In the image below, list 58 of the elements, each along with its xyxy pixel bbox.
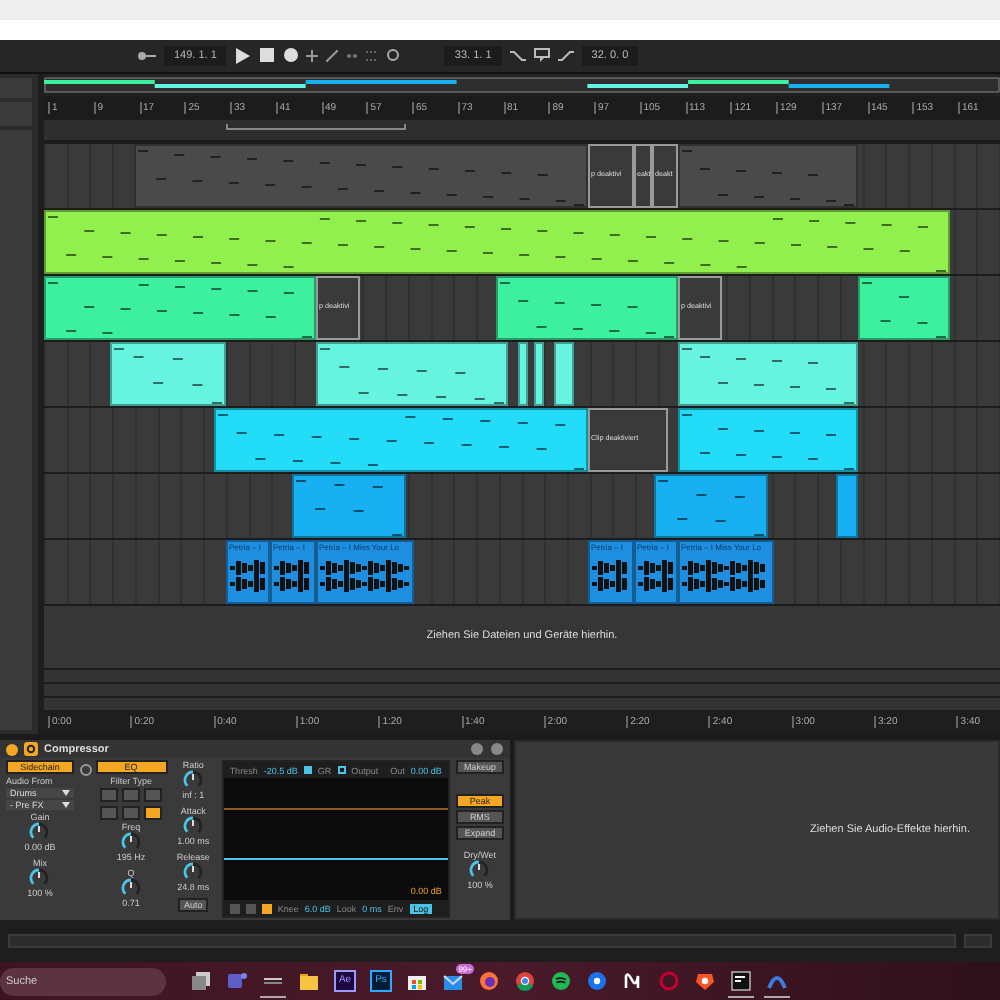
midi-clip[interactable] bbox=[110, 341, 226, 406]
loop-brace[interactable] bbox=[226, 123, 406, 130]
midi-notes-drawing bbox=[658, 477, 764, 536]
hot-swap-icon[interactable] bbox=[490, 742, 504, 757]
checkbox[interactable] bbox=[337, 766, 346, 775]
stop-button[interactable] bbox=[258, 46, 275, 65]
filter-button[interactable] bbox=[144, 806, 163, 821]
midi-clip[interactable] bbox=[554, 341, 574, 406]
waveform-drawing bbox=[274, 559, 309, 592]
browser-icon bbox=[514, 969, 536, 992]
power-icon[interactable] bbox=[24, 742, 38, 757]
knob[interactable] bbox=[468, 860, 491, 881]
knob[interactable] bbox=[182, 816, 205, 837]
knob[interactable] bbox=[28, 868, 51, 889]
knob[interactable] bbox=[182, 862, 205, 883]
ring-icon bbox=[658, 969, 680, 992]
midi-clip[interactable] bbox=[534, 341, 544, 406]
knob[interactable] bbox=[182, 770, 205, 791]
midi-notes-drawing bbox=[862, 279, 946, 338]
follow-icon[interactable] bbox=[136, 49, 156, 62]
midi-clip[interactable] bbox=[836, 473, 858, 538]
terminal-icon bbox=[730, 969, 752, 992]
folder-icon bbox=[298, 969, 320, 992]
save-icon[interactable] bbox=[470, 742, 484, 757]
knob[interactable] bbox=[120, 878, 143, 899]
app-icon bbox=[586, 969, 608, 992]
midi-clip[interactable] bbox=[858, 275, 950, 340]
music-icon bbox=[550, 969, 572, 992]
checkbox[interactable] bbox=[303, 766, 312, 775]
headphones-icon[interactable] bbox=[80, 764, 92, 777]
wave-icon bbox=[622, 969, 644, 992]
draw-icon[interactable] bbox=[326, 49, 339, 62]
knob[interactable] bbox=[120, 832, 143, 853]
waveform-drawing bbox=[230, 559, 265, 592]
punch-out-icon[interactable] bbox=[557, 49, 574, 62]
knob[interactable] bbox=[28, 822, 51, 843]
loop-icon[interactable] bbox=[533, 48, 550, 63]
record-button[interactable] bbox=[282, 46, 299, 65]
mail-icon bbox=[442, 969, 464, 992]
windows-icon bbox=[190, 969, 212, 992]
loop-circle-icon[interactable] bbox=[386, 48, 401, 63]
grid-icon[interactable] bbox=[366, 49, 379, 62]
mode-icon[interactable] bbox=[261, 903, 272, 914]
waveform-drawing bbox=[638, 559, 673, 592]
midi-clip[interactable] bbox=[654, 473, 768, 538]
midi-notes-drawing bbox=[114, 345, 222, 404]
midi-clip[interactable] bbox=[292, 473, 406, 538]
punch-in-icon[interactable] bbox=[509, 49, 526, 62]
midi-clip[interactable] bbox=[518, 341, 528, 406]
waveform-drawing bbox=[682, 559, 765, 592]
fold-icon[interactable] bbox=[6, 743, 18, 756]
midi-notes-drawing bbox=[296, 477, 402, 536]
waveform-drawing bbox=[320, 559, 409, 592]
dots-icon[interactable] bbox=[346, 49, 359, 62]
chat-app-icon bbox=[226, 969, 248, 992]
waveform-drawing bbox=[592, 559, 627, 592]
play-button[interactable] bbox=[234, 46, 251, 65]
plus-icon[interactable] bbox=[306, 49, 319, 62]
